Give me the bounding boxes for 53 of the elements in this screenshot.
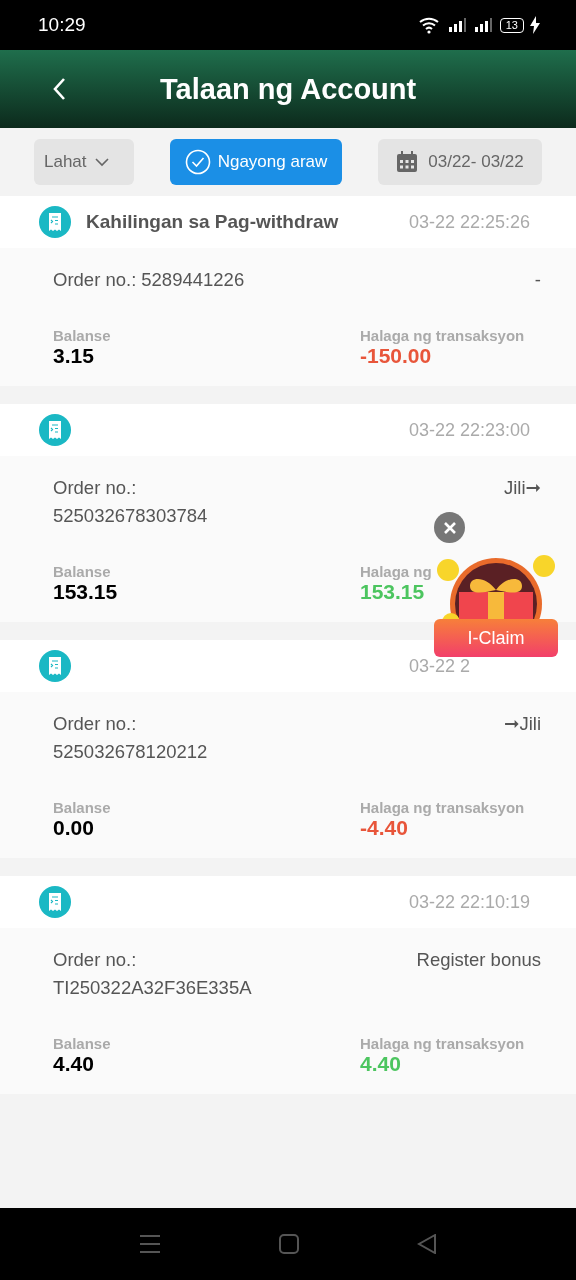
- receipt-icon: [38, 649, 72, 683]
- amount-value: 4.40: [360, 1052, 402, 1076]
- record-note: Register bonus: [416, 948, 541, 972]
- order-number: 5289441226: [141, 268, 245, 292]
- order-label: Order no.:: [53, 948, 138, 972]
- menu-icon[interactable]: [139, 1234, 161, 1254]
- signal-icon: [447, 17, 468, 33]
- order-label: Order no.:: [53, 268, 137, 292]
- order-label: Order no.:: [53, 476, 138, 500]
- clock: 10:29: [38, 14, 86, 36]
- amount-value: -4.40: [360, 816, 409, 840]
- balance-value: 0.00: [53, 816, 95, 840]
- amount-label: Halaga ng: [360, 563, 432, 580]
- chevron-down-icon: [93, 157, 110, 167]
- charging-icon: [530, 16, 540, 34]
- balance-value: 3.15: [53, 344, 95, 368]
- balance-label: Balanse: [53, 799, 112, 816]
- order-label: Order no.:: [53, 712, 138, 736]
- record-time: 03-22 2: [409, 657, 472, 675]
- battery-level: 13: [499, 17, 524, 33]
- receipt-icon: [38, 205, 72, 239]
- balance-label: Balanse: [53, 1035, 112, 1052]
- receipt-icon: [38, 885, 72, 919]
- balance-label: Balanse: [53, 327, 112, 344]
- today-filter-button[interactable]: Ngayong araw: [170, 139, 342, 185]
- claim-button[interactable]: I-Claim: [434, 619, 558, 657]
- check-circle-icon: [184, 149, 211, 175]
- home-icon[interactable]: [279, 1234, 299, 1254]
- order-number: TI250322A32F36E335A: [53, 976, 252, 1000]
- receipt-icon: [38, 413, 72, 447]
- record-note: Jili➞: [503, 476, 541, 500]
- record-time: 03-22 22:10:19: [409, 893, 532, 911]
- page-title: Talaan ng Account: [160, 72, 417, 106]
- amount-label: Halaga ng transaksyon: [360, 1035, 525, 1052]
- balance-label: Balanse: [53, 563, 112, 580]
- amount-label: Halaga ng transaksyon: [360, 799, 525, 816]
- close-icon: [442, 520, 457, 535]
- order-number: 525032678303784: [53, 504, 208, 528]
- date-range-button[interactable]: 03/22- 03/22: [378, 139, 542, 185]
- amount-value: -150.00: [360, 344, 433, 368]
- signal-icon: [473, 17, 494, 33]
- record-note: -: [534, 268, 541, 292]
- order-number: 525032678120212: [53, 740, 208, 764]
- record-title: Kahilingan sa Pag-withdraw: [86, 211, 339, 233]
- type-dropdown[interactable]: Lahat: [34, 139, 134, 185]
- calendar-icon: [396, 151, 419, 173]
- amount-value: 153.15: [360, 580, 426, 604]
- record-time: 03-22 22:23:00: [409, 421, 532, 439]
- record-time: 03-22 22:25:26: [409, 213, 532, 231]
- record-note: ➞Jili: [503, 712, 541, 736]
- balance-value: 4.40: [53, 1052, 95, 1076]
- amount-label: Halaga ng transaksyon: [360, 327, 525, 344]
- balance-value: 153.15: [53, 580, 119, 604]
